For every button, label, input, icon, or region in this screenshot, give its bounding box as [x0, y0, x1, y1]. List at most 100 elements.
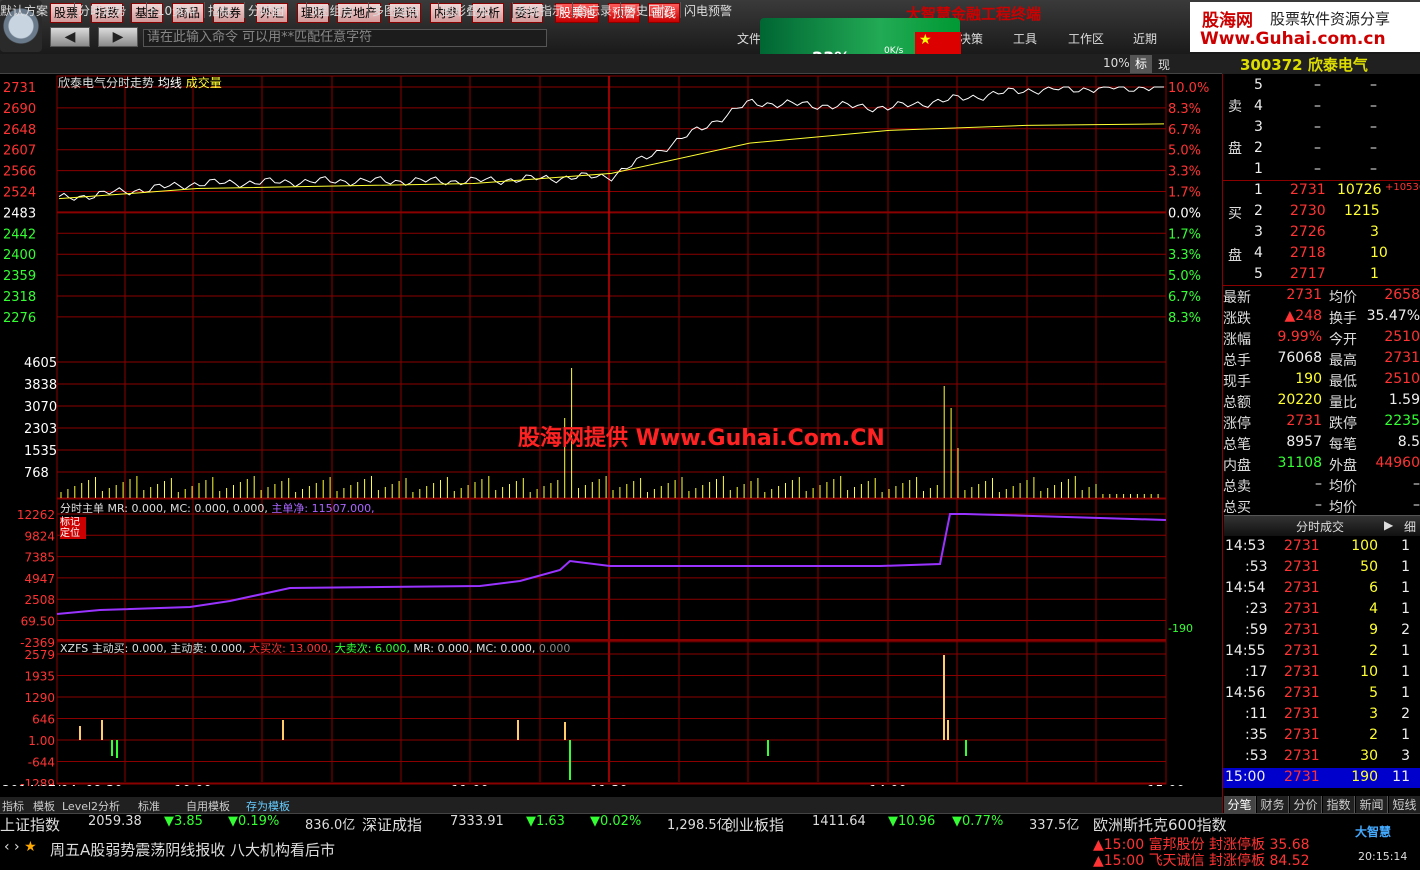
- bottom-tab-1[interactable]: 模板: [33, 798, 55, 814]
- toolbar2-item-5[interactable]: 3图组合: [310, 2, 354, 19]
- bottom-tab-2[interactable]: Level2分析: [62, 798, 120, 814]
- buy-price[interactable]: 2730: [1290, 203, 1326, 219]
- right-tab-3[interactable]: 指数: [1323, 796, 1355, 813]
- ind2-tick: -644: [28, 756, 55, 770]
- mark-locate-button[interactable]: 标记定位: [60, 517, 86, 539]
- buy-label: 买: [1228, 206, 1242, 222]
- ticker-name[interactable]: 创业板指: [724, 814, 784, 835]
- sell-price[interactable]: –: [1314, 98, 1321, 114]
- quote-value: 9.99%: [1277, 329, 1322, 345]
- sell-price[interactable]: –: [1314, 161, 1321, 177]
- ind1-tick: 7385: [24, 551, 55, 565]
- quote-label: 最高: [1329, 353, 1357, 369]
- sell-level: 2: [1254, 140, 1263, 156]
- time-tick: 11:30: [590, 784, 627, 786]
- quote-label: 跌停: [1329, 416, 1357, 432]
- sell-vol: –: [1370, 77, 1377, 93]
- buy-vol: 1215: [1344, 203, 1380, 219]
- quote-value: –: [1413, 476, 1420, 492]
- buy-price[interactable]: 2726: [1290, 224, 1326, 240]
- sell-vol: –: [1370, 140, 1377, 156]
- ticker-pct: ▼0.77%: [952, 814, 1004, 829]
- quote-value: 2731: [1286, 413, 1322, 429]
- buy-level: 2: [1254, 203, 1263, 219]
- bottom-tab-4[interactable]: 自用模板: [186, 798, 230, 814]
- toolbar2-item-4[interactable]: 分时图: [248, 2, 284, 19]
- vol-tick: 3070: [24, 400, 57, 415]
- ind1-tick: 2508: [24, 593, 55, 607]
- price-tick: 2359: [3, 269, 36, 284]
- sell-vol: –: [1370, 119, 1377, 135]
- sell-price[interactable]: –: [1314, 119, 1321, 135]
- alert-2[interactable]: ▲15:00 飞天诚信 封涨停板 84.52: [1093, 850, 1310, 870]
- tick-vol: 9: [1369, 622, 1378, 638]
- bottom-tab-5[interactable]: 存为模板: [246, 798, 290, 814]
- news-headline[interactable]: 周五A股弱势震荡阴线报收 八大机构看后市: [50, 839, 335, 860]
- quote-label: 总买: [1223, 500, 1251, 516]
- toolbar2-item-2[interactable]: F10资料: [150, 2, 196, 19]
- ticker-name[interactable]: 深证成指: [362, 814, 422, 835]
- tick-count: 1: [1401, 664, 1410, 680]
- toolbar2-item-10[interactable]: 历史回忆: [624, 2, 672, 19]
- buy-level: 5: [1254, 266, 1263, 282]
- sell-label: 卖: [1228, 99, 1242, 115]
- tick-count: 2: [1401, 706, 1410, 722]
- buy-level: 1: [1254, 182, 1263, 198]
- toolbar2-item-8[interactable]: 系统指示: [516, 2, 564, 19]
- toolbar2-item-7[interactable]: 图形叠加: [442, 2, 490, 19]
- top-submenu-6[interactable]: 工作区: [1068, 30, 1104, 47]
- right-tab-1[interactable]: 财务: [1257, 796, 1289, 813]
- zoom-level[interactable]: 10%: [1103, 56, 1130, 70]
- command-input[interactable]: 请在此输入命令 可以用**匹配任意字符: [143, 29, 547, 47]
- top-submenu-5[interactable]: 工具: [1013, 30, 1037, 47]
- quote-label: 最新: [1223, 290, 1251, 306]
- quote-label: 总额: [1223, 395, 1251, 411]
- toolbar2-item-0[interactable]: 默认方案: [0, 2, 48, 19]
- toolbar2-item-3[interactable]: 指标: [208, 2, 232, 19]
- tick-price: 2731: [1284, 685, 1320, 701]
- tick-vol: 190: [1351, 769, 1378, 785]
- toolbar2-item-9[interactable]: 备忘录: [576, 2, 612, 19]
- vol-tick: 1535: [24, 444, 57, 459]
- quote-label: 涨停: [1223, 416, 1251, 432]
- bottom-tab-3[interactable]: 标准: [138, 798, 160, 814]
- xian-button[interactable]: 现: [1158, 56, 1170, 73]
- forward-button[interactable]: ▶: [98, 27, 138, 47]
- ind1-tick: 4947: [24, 572, 55, 586]
- quote-value: 2731: [1286, 287, 1322, 303]
- price-tick: 2400: [3, 248, 36, 263]
- detail-button[interactable]: 细: [1404, 518, 1416, 535]
- back-button[interactable]: ◀: [50, 27, 90, 47]
- toolbar2-item-6[interactable]: 多图组合: [372, 2, 420, 19]
- top-submenu-4[interactable]: 决策: [959, 30, 983, 47]
- top-submenu-0[interactable]: 文件: [737, 30, 761, 47]
- news-nav-icon[interactable]: ‹ › ★: [4, 839, 37, 855]
- right-tab-5[interactable]: 短线: [1389, 796, 1420, 813]
- tick-time: :59: [1245, 622, 1268, 638]
- buy-price[interactable]: 2731: [1290, 182, 1326, 198]
- tick-time: 14:56: [1225, 685, 1266, 701]
- quote-label: 每笔: [1329, 437, 1357, 453]
- pct-tick: 1.7%: [1168, 227, 1201, 242]
- quote-value: 2731: [1384, 350, 1420, 366]
- price-tick: 2524: [3, 186, 36, 201]
- sell-price[interactable]: –: [1314, 140, 1321, 156]
- buy-price[interactable]: 2717: [1290, 266, 1326, 282]
- ticker-tail[interactable]: 欧洲斯托克600指数: [1093, 814, 1227, 835]
- ind2-tick: 1.00: [28, 734, 55, 748]
- sell-level: 3: [1254, 119, 1263, 135]
- right-tab-4[interactable]: 新闻: [1356, 796, 1388, 813]
- top-submenu-7[interactable]: 近期: [1133, 30, 1157, 47]
- sell-price[interactable]: –: [1314, 77, 1321, 93]
- toolbar2-item-1[interactable]: 分时走势: [78, 2, 126, 19]
- buy-price[interactable]: 2718: [1290, 245, 1326, 261]
- expand-icon[interactable]: ▶: [1384, 518, 1393, 532]
- ticker-name[interactable]: 上证指数: [0, 814, 60, 835]
- bottom-tab-0[interactable]: 指标: [2, 798, 24, 814]
- toolbar2-item-11[interactable]: 闪电预警: [684, 2, 732, 19]
- right-tab-2[interactable]: 分价: [1290, 796, 1322, 813]
- right-tab-0[interactable]: 分笔: [1224, 796, 1256, 813]
- toolbar-separator: [74, 2, 75, 18]
- tick-vol: 30: [1360, 748, 1378, 764]
- biao-button[interactable]: 标: [1130, 55, 1152, 73]
